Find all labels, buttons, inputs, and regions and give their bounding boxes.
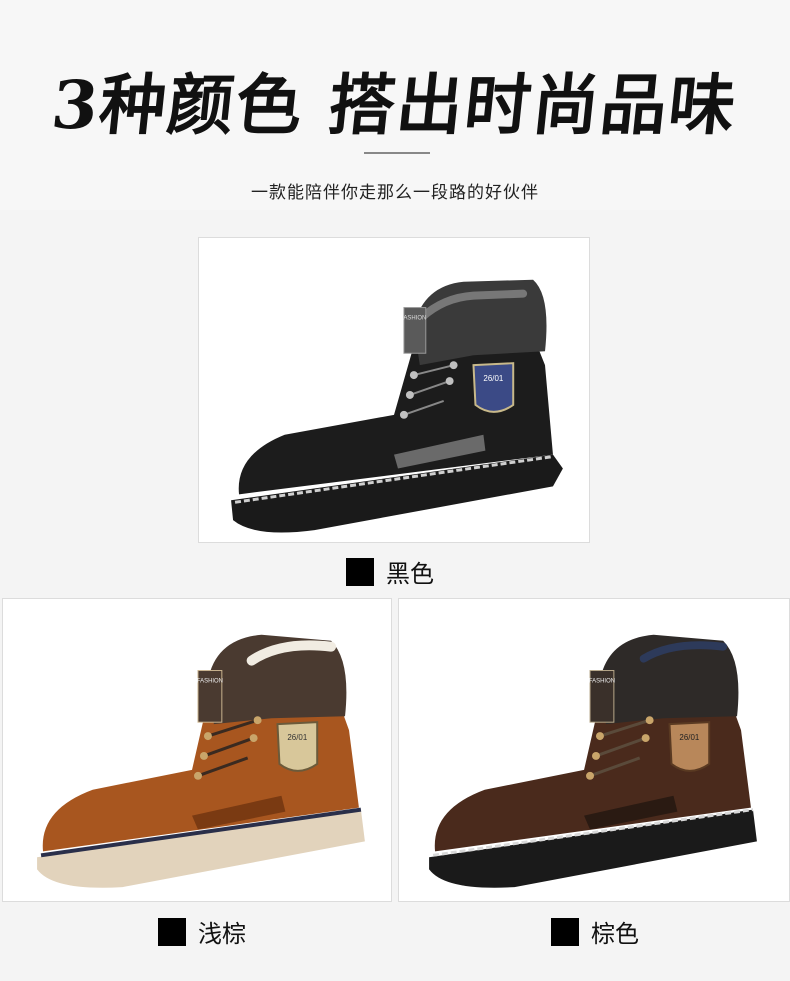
product-image-black[interactable]: ASHION 26/01 (198, 237, 590, 543)
boot-illustration-light-brown: FASHION 26/01 (37, 634, 365, 888)
subtitle: 一款能陪伴你走那么一段路的好伙伴 (251, 183, 539, 203)
product-image-brown[interactable]: FASHION 26/01 (398, 598, 790, 902)
caption-light-brown: 浅棕 (158, 914, 246, 949)
boot-badge-text: 26/01 (483, 374, 503, 383)
color-swatch (551, 917, 579, 946)
color-label: 浅棕 (198, 920, 246, 948)
caption-black: 黑色 (346, 554, 434, 589)
boot-badge-text: 26/01 (679, 733, 699, 742)
boot-tag-text: ASHION (403, 315, 426, 321)
boot-badge-text: 26/01 (287, 733, 307, 742)
boot-badge (668, 721, 711, 772)
boot-tag-text: FASHION (589, 678, 615, 684)
boot-tag (403, 307, 427, 354)
color-swatch (346, 557, 374, 586)
boot-badge (276, 721, 319, 772)
header-banner: 3种颜色 搭出时尚品味 一款能陪伴你走那么一段路的好伙伴 (0, 0, 790, 210)
boot-tag-text: FASHION (197, 678, 223, 684)
boot-illustration-brown: FASHION 26/01 (429, 634, 757, 888)
color-label: 黑色 (386, 560, 434, 588)
product-image-light-brown[interactable]: FASHION 26/01 (2, 598, 392, 902)
color-label: 棕色 (591, 920, 639, 948)
boot-illustration-black: ASHION 26/01 (231, 279, 563, 533)
headline: 3种颜色 搭出时尚品味 (47, 66, 742, 144)
boot-badge (472, 362, 515, 413)
divider (364, 152, 430, 154)
color-swatch (158, 917, 186, 946)
caption-brown: 棕色 (551, 914, 639, 949)
